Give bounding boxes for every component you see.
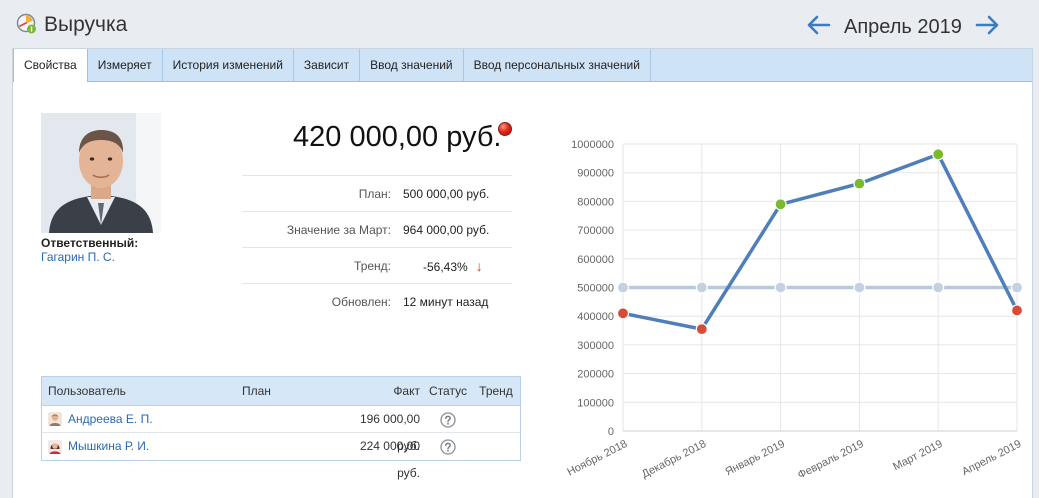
property-label: Обновлен: bbox=[331, 294, 391, 309]
data-point bbox=[616, 281, 630, 294]
column-header-user[interactable]: Пользователь bbox=[42, 377, 242, 405]
fact-cell: 196 000,00 руб. bbox=[359, 412, 420, 453]
next-period-arrow-icon[interactable] bbox=[975, 14, 1001, 36]
question-circle-icon bbox=[440, 439, 456, 455]
data-point bbox=[695, 323, 708, 336]
y-tick-label: 100000 bbox=[577, 397, 614, 409]
tab-change-history[interactable]: История изменений bbox=[163, 49, 294, 81]
y-tick-label: 700000 bbox=[577, 225, 614, 237]
property-value: -56,43% ↓ bbox=[403, 258, 512, 274]
plan-cell bbox=[242, 406, 338, 432]
property-label: Значение за Март: bbox=[286, 222, 391, 237]
user-avatar-icon bbox=[48, 412, 62, 426]
tab-depends[interactable]: Зависит bbox=[294, 49, 361, 81]
trend-cell bbox=[472, 406, 520, 432]
y-tick-label: 800000 bbox=[577, 196, 614, 208]
tab-properties[interactable]: Свойства bbox=[13, 49, 88, 82]
data-point bbox=[774, 281, 787, 294]
property-row-trend: Тренд: -56,43% ↓ bbox=[242, 247, 512, 283]
responsible-name-link[interactable]: Гагарин П. С. bbox=[41, 250, 115, 264]
y-tick-label: 400000 bbox=[577, 311, 614, 323]
trend-cell bbox=[472, 433, 520, 460]
kpi-panel: Свойства Измеряет История изменений Зави… bbox=[12, 48, 1033, 498]
table-row: Мышкина Р. И. 224 000,00 руб. bbox=[42, 433, 520, 480]
y-tick-label: 500000 bbox=[577, 283, 614, 295]
property-row-updated: Обновлен: 12 минут назад bbox=[242, 283, 512, 319]
property-row-plan: План: 500 000,00 руб. bbox=[242, 175, 512, 211]
tab-measures[interactable]: Измеряет bbox=[88, 49, 163, 81]
x-tick-label: Март 2019 bbox=[891, 438, 944, 473]
responsible-avatar bbox=[41, 113, 161, 233]
column-header-status[interactable]: Статус bbox=[424, 377, 472, 405]
property-value: 500 000,00 руб. bbox=[403, 186, 490, 201]
x-tick-label: Ноябрь 2018 bbox=[565, 438, 629, 479]
users-table: Пользователь План Факт Статус Тренд Андр… bbox=[41, 376, 521, 480]
plan-cell bbox=[242, 433, 338, 460]
column-header-fact[interactable]: Факт bbox=[338, 377, 424, 405]
trend-value: -56,43% bbox=[423, 259, 468, 274]
current-period: Апрель 2019 bbox=[844, 16, 962, 38]
y-tick-label: 300000 bbox=[577, 340, 614, 352]
user-name-link[interactable]: Андреева Е. П. bbox=[68, 406, 153, 433]
revenue-line-chart: 0 100000 200000 300000 400000 500000 600000 700… bbox=[565, 139, 1024, 481]
data-point bbox=[1010, 304, 1024, 317]
kpi-properties: План: 500 000,00 руб. Значение за Март: … bbox=[242, 175, 512, 319]
kpi-value: 420 000,00 руб. bbox=[293, 121, 502, 153]
table-row: Андреева Е. П. 196 000,00 руб. bbox=[42, 406, 520, 453]
data-point bbox=[932, 148, 945, 161]
data-point bbox=[695, 281, 708, 294]
y-tick-label: 1000000 bbox=[571, 139, 614, 151]
header: Выручка Апрель 2019 bbox=[0, 0, 1039, 48]
x-tick-label: Декабрь 2018 bbox=[640, 438, 708, 481]
tab-bar: Свойства Измеряет История изменений Зави… bbox=[13, 49, 1032, 82]
property-row-previous-value: Значение за Март: 964 000,00 руб. bbox=[242, 211, 512, 247]
column-header-plan[interactable]: План bbox=[242, 377, 338, 405]
property-value: 12 минут назад bbox=[403, 294, 489, 309]
user-avatar-icon bbox=[48, 439, 62, 454]
property-label: Тренд: bbox=[354, 258, 391, 273]
x-tick-label: Апрель 2019 bbox=[960, 438, 1023, 478]
user-name-link[interactable]: Мышкина Р. И. bbox=[68, 433, 149, 460]
column-header-trend[interactable]: Тренд bbox=[472, 377, 520, 405]
data-point bbox=[616, 307, 630, 320]
status-cell bbox=[424, 433, 472, 460]
data-point bbox=[853, 281, 866, 294]
property-value: 964 000,00 руб. bbox=[403, 222, 490, 237]
x-tick-label: Январь 2019 bbox=[723, 438, 787, 478]
status-cell bbox=[424, 406, 472, 432]
tab-value-input[interactable]: Ввод значений bbox=[360, 49, 464, 81]
person-photo-icon bbox=[41, 113, 161, 233]
tab-personal-value-input[interactable]: Ввод персональных значений bbox=[464, 49, 651, 81]
table-header: Пользователь План Факт Статус Тренд bbox=[42, 377, 520, 406]
trend-down-arrow-icon: ↓ bbox=[475, 257, 483, 274]
y-tick-label: 200000 bbox=[577, 369, 614, 381]
data-point bbox=[853, 177, 866, 190]
user-cell: Андреева Е. П. bbox=[42, 406, 242, 432]
y-tick-label: 900000 bbox=[577, 168, 614, 180]
user-cell: Мышкина Р. И. bbox=[42, 433, 242, 460]
fact-cell: 224 000,00 руб. bbox=[359, 439, 420, 480]
x-tick-label: Февраль 2019 bbox=[796, 438, 866, 481]
page-title: Выручка bbox=[44, 13, 128, 36]
responsible-label: Ответственный: bbox=[41, 236, 139, 250]
y-tick-label: 600000 bbox=[577, 254, 614, 266]
property-label: План: bbox=[358, 186, 391, 201]
question-circle-icon bbox=[440, 412, 456, 428]
data-point bbox=[1010, 281, 1024, 294]
data-point bbox=[932, 281, 945, 294]
data-point bbox=[774, 198, 787, 211]
status-indicator-icon bbox=[498, 122, 512, 136]
series-line-1 bbox=[621, 152, 1019, 331]
kpi-metric-icon bbox=[16, 13, 36, 34]
prev-period-arrow-icon[interactable] bbox=[805, 14, 831, 36]
y-tick-label: 0 bbox=[608, 426, 614, 438]
